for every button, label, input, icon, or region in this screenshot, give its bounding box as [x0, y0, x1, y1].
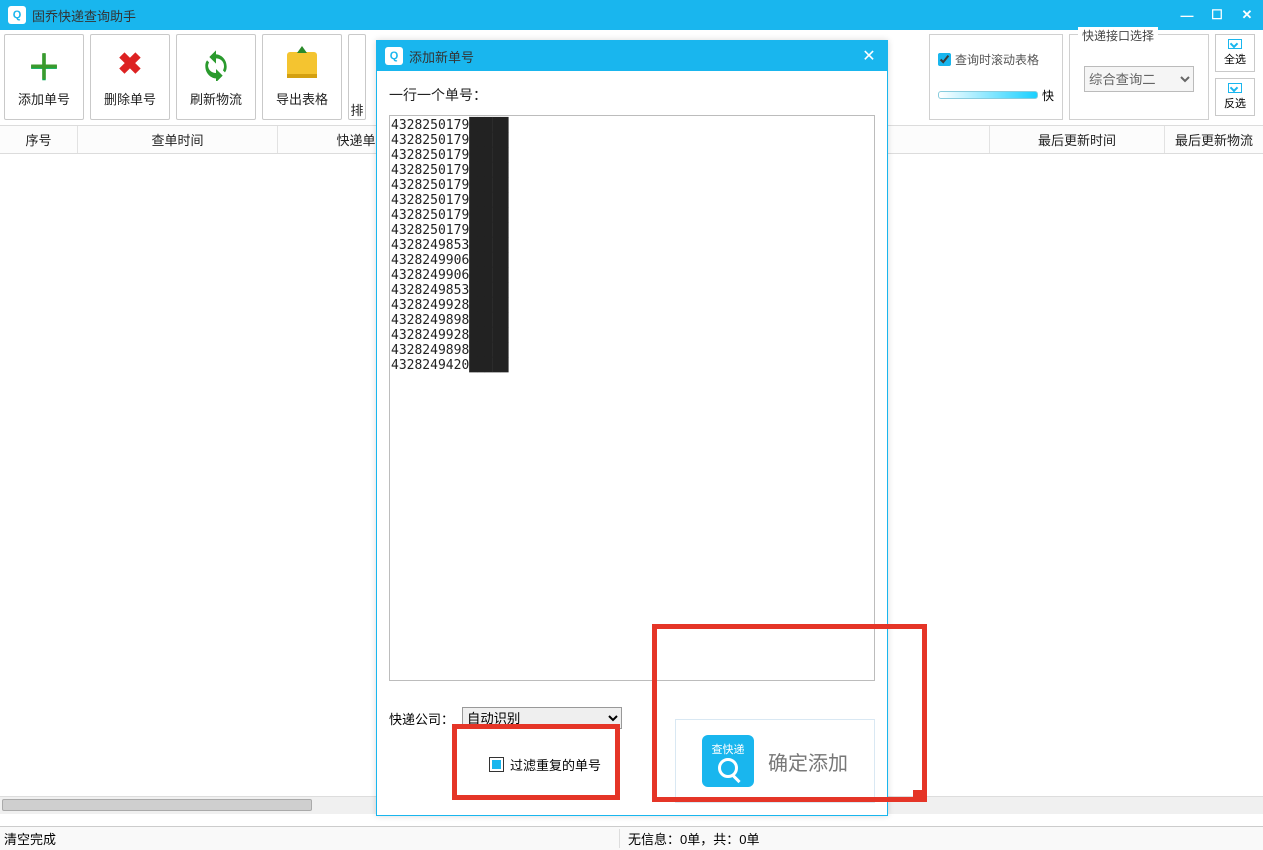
- app-icon: Q: [385, 47, 403, 65]
- refresh-label: 刷新物流: [190, 89, 242, 108]
- plus-icon: ＋: [26, 47, 62, 83]
- maximize-button[interactable]: ☐: [1209, 7, 1225, 23]
- invert-selection-button[interactable]: 反选: [1215, 78, 1255, 116]
- slider-track[interactable]: [938, 91, 1038, 99]
- export-icon: [284, 47, 320, 83]
- checkbox-icon: [1228, 39, 1242, 49]
- interface-group: 快递接口选择 综合查询二: [1069, 34, 1209, 120]
- x-icon: ✖: [112, 47, 148, 83]
- search-package-icon: 查快递: [702, 735, 754, 787]
- dialog-close-button[interactable]: ✕: [859, 46, 879, 66]
- company-label: 快递公司：: [389, 709, 454, 728]
- confirm-label: 确定添加: [768, 747, 848, 776]
- scroll-label: 查询时滚动表格: [955, 51, 1039, 68]
- export-table-button[interactable]: 导出表格: [262, 34, 342, 120]
- add-tracking-dialog: Q 添加新单号 ✕ 一行一个单号： 快递公司： 自动识别 过滤重复的单号 查快递…: [376, 40, 888, 816]
- interface-legend: 快递接口选择: [1078, 27, 1158, 44]
- col-query-time[interactable]: 查单时间: [78, 126, 278, 153]
- close-button[interactable]: ✕: [1239, 7, 1255, 23]
- dialog-title-bar: Q 添加新单号 ✕: [377, 41, 887, 71]
- export-label: 导出表格: [276, 89, 328, 108]
- refresh-logistics-button[interactable]: 刷新物流: [176, 34, 256, 120]
- checkbox-icon: [489, 757, 504, 772]
- status-left: 清空完成: [4, 829, 620, 848]
- scroll-on-query-checkbox[interactable]: 查询时滚动表格: [938, 51, 1054, 68]
- invert-label: 反选: [1224, 95, 1246, 111]
- dialog-title: 添加新单号: [409, 47, 859, 66]
- dialog-hint: 一行一个单号：: [389, 85, 875, 105]
- col-last-logistics[interactable]: 最后更新物流: [1165, 126, 1263, 153]
- filter-label: 过滤重复的单号: [510, 755, 601, 774]
- add-label: 添加单号: [18, 89, 70, 108]
- scrollbar-thumb[interactable]: [2, 799, 312, 811]
- col-seq[interactable]: 序号: [0, 126, 78, 153]
- truncated-label: 排: [350, 100, 363, 119]
- delete-label: 删除单号: [104, 89, 156, 108]
- confirm-add-button[interactable]: 查快递 确定添加: [675, 719, 875, 803]
- company-select[interactable]: 自动识别: [462, 707, 622, 729]
- minimize-button[interactable]: —: [1179, 7, 1195, 23]
- filter-duplicate-checkbox[interactable]: 过滤重复的单号: [467, 737, 623, 792]
- select-all-label: 全选: [1224, 51, 1246, 67]
- options-group: 查询时滚动表格 快: [929, 34, 1063, 120]
- tracking-numbers-textarea[interactable]: [389, 115, 875, 681]
- speed-label: 快: [1042, 87, 1054, 104]
- window-title: 固乔快递查询助手: [32, 6, 1179, 25]
- speed-slider[interactable]: 快: [938, 87, 1054, 104]
- delete-tracking-button[interactable]: ✖ 删除单号: [90, 34, 170, 120]
- status-bar: 清空完成 无信息：0单，共：0单: [0, 826, 1263, 850]
- interface-select[interactable]: 综合查询二: [1084, 66, 1194, 92]
- checkbox-icon: [1228, 83, 1242, 93]
- app-icon: Q: [8, 6, 26, 24]
- add-tracking-button[interactable]: ＋ 添加单号: [4, 34, 84, 120]
- select-all-button[interactable]: 全选: [1215, 34, 1255, 72]
- refresh-icon: [198, 47, 234, 83]
- col-last-update[interactable]: 最后更新时间: [990, 126, 1165, 153]
- truncated-button[interactable]: 排: [348, 34, 366, 120]
- status-mid: 无信息：0单，共：0单: [620, 829, 759, 848]
- title-bar: Q 固乔快递查询助手 — ☐ ✕: [0, 0, 1263, 30]
- icon-text: 查快递: [712, 745, 745, 756]
- scroll-checkbox-input[interactable]: [938, 53, 951, 66]
